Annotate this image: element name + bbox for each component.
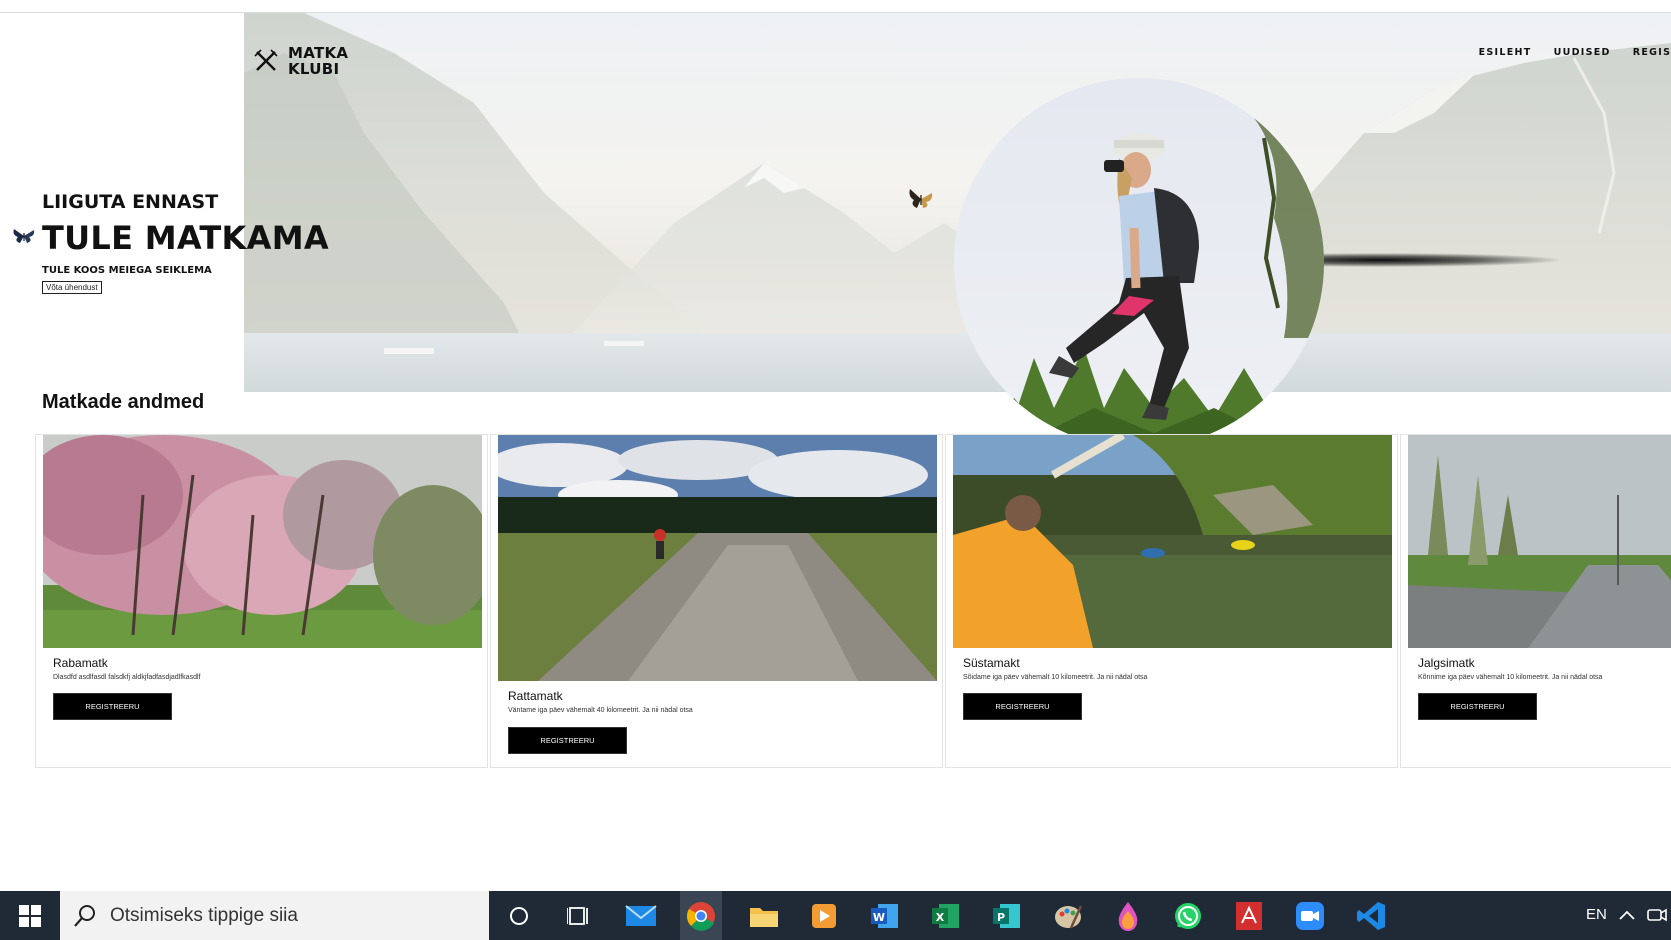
word-icon[interactable]: W bbox=[869, 900, 901, 932]
svg-text:P: P bbox=[997, 911, 1005, 924]
hero-headline: TULE MATKAMA bbox=[42, 219, 329, 257]
page: MATKA KLUBI ESILEHT UUDISED REGIST LIIGU… bbox=[0, 13, 1671, 893]
paint3d-icon[interactable] bbox=[1112, 900, 1144, 932]
butterfly-icon bbox=[909, 189, 933, 208]
hero-tagline: TULE KOOS MEIEGA SEIKLEMA bbox=[42, 265, 212, 276]
register-button[interactable]: REGISTREERU bbox=[1418, 693, 1537, 720]
hike-card-jalgsimatk: Jalgsimatk Kõnnime iga päev vähemalt 10 … bbox=[1400, 434, 1671, 768]
card-title: Rabamatk bbox=[53, 656, 108, 670]
logo-line-2: KLUBI bbox=[288, 60, 340, 78]
svg-text:X: X bbox=[936, 911, 945, 924]
register-button[interactable]: REGISTREERU bbox=[508, 727, 627, 754]
hike-card-rattamatk: Rattamatk Väntame iga päev vähemalt 40 k… bbox=[490, 434, 943, 768]
paint-icon[interactable] bbox=[1052, 900, 1084, 932]
language-indicator[interactable]: EN bbox=[1586, 906, 1607, 923]
cortana-icon[interactable] bbox=[503, 900, 535, 932]
zoom-icon[interactable] bbox=[1294, 900, 1326, 932]
windows-icon bbox=[19, 904, 41, 927]
excel-icon[interactable]: X bbox=[930, 900, 962, 932]
browser-top-border bbox=[0, 0, 1671, 13]
cherry-blossom-photo bbox=[43, 435, 482, 648]
start-button[interactable] bbox=[0, 891, 60, 940]
chrome-icon[interactable] bbox=[680, 891, 722, 940]
meet-now-icon[interactable] bbox=[1645, 903, 1669, 927]
nav-link-uudised[interactable]: UUDISED bbox=[1554, 47, 1611, 58]
hero-background-image bbox=[244, 13, 1671, 392]
vscode-icon[interactable] bbox=[1355, 900, 1387, 932]
media-player-icon[interactable] bbox=[808, 900, 840, 932]
nav-link-registreeru[interactable]: REGIST bbox=[1633, 47, 1671, 58]
card-description: Dlasdfd asdlfasdl falsdkfj aldkjfadfasdj… bbox=[53, 674, 201, 681]
hero-text: LIIGUTA ENNAST TULE MATKAMA TULE KOOS ME… bbox=[42, 191, 329, 295]
task-view-icon[interactable] bbox=[563, 900, 595, 932]
search-placeholder: Otsimiseks tippige siia bbox=[110, 905, 298, 926]
site-logo[interactable]: MATKA KLUBI bbox=[254, 45, 348, 77]
publisher-icon[interactable]: P bbox=[991, 900, 1023, 932]
svg-text:W: W bbox=[873, 911, 885, 924]
card-description: Kõnnime iga päev vähemalt 10 kilomeetrit… bbox=[1418, 674, 1603, 681]
register-button[interactable]: REGISTREERU bbox=[53, 693, 172, 720]
hiker-photo bbox=[954, 78, 1324, 448]
logo-text: MATKA KLUBI bbox=[288, 45, 348, 77]
whatsapp-icon[interactable] bbox=[1172, 900, 1204, 932]
main-nav: ESILEHT UUDISED REGIST bbox=[1479, 47, 1671, 58]
crossed-poles-icon bbox=[254, 49, 278, 71]
butterfly-icon bbox=[13, 229, 35, 243]
chevron-up-icon[interactable] bbox=[1615, 903, 1639, 927]
nav-link-esileht[interactable]: ESILEHT bbox=[1479, 47, 1532, 58]
mail-icon[interactable] bbox=[625, 900, 657, 932]
rainy-road-photo bbox=[1408, 435, 1671, 648]
card-title: Süstamakt bbox=[963, 656, 1020, 670]
card-description: Väntame iga päev vähemalt 40 kilomeetrit… bbox=[508, 707, 693, 714]
hike-card-sustamakt: Süstamakt Sõidame iga päev vähemalt 10 k… bbox=[945, 434, 1398, 768]
hero-eyebrow: LIIGUTA ENNAST bbox=[42, 191, 219, 213]
logo-line-1: MATKA bbox=[288, 44, 349, 62]
cycling-road-photo bbox=[498, 435, 937, 681]
file-explorer-icon[interactable] bbox=[748, 900, 780, 932]
contact-button[interactable]: Võta ühendust bbox=[42, 281, 102, 294]
kayaking-photo bbox=[953, 435, 1392, 648]
hike-card-rabamatk: Rabamatk Dlasdfd asdlfasdl falsdkfj aldk… bbox=[35, 434, 488, 768]
search-icon bbox=[74, 905, 95, 927]
card-description: Sõidame iga päev vähemalt 10 kilomeetrit… bbox=[963, 674, 1148, 681]
card-title: Jalgsimatk bbox=[1418, 656, 1475, 670]
windows-taskbar: Otsimiseks tippige siia W X P EN bbox=[0, 891, 1671, 940]
section-title: Matkade andmed bbox=[42, 391, 205, 413]
acrobat-icon[interactable] bbox=[1233, 900, 1265, 932]
hike-cards: Rabamatk Dlasdfd asdlfasdl falsdkfj aldk… bbox=[35, 434, 1671, 768]
taskbar-search[interactable]: Otsimiseks tippige siia bbox=[60, 891, 489, 940]
register-button[interactable]: REGISTREERU bbox=[963, 693, 1082, 720]
card-title: Rattamatk bbox=[508, 689, 563, 703]
